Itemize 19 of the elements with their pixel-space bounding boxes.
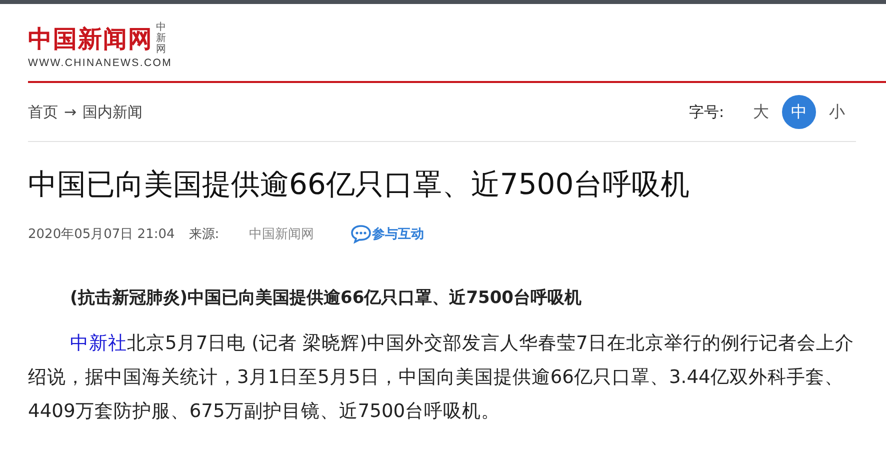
font-size-option[interactable]: 大 (744, 95, 778, 129)
font-size-option[interactable]: 小 (820, 95, 854, 129)
article-lead: (抗击新冠肺炎)中国已向美国提供逾66亿只口罩、近7500台呼吸机 (70, 287, 583, 309)
interact-link[interactable]: 参与互动 (350, 224, 424, 244)
breadcrumb-link[interactable]: 首页 (28, 102, 58, 122)
breadcrumb-link[interactable]: 国内新闻 (82, 102, 143, 122)
breadcrumb-separator: → (64, 102, 77, 122)
font-size-option[interactable]: 中 (782, 95, 816, 129)
logo-name: 中国新闻网 (28, 24, 153, 52)
article-title: 中国已向美国提供逾66亿只口罩、近7500台呼吸机 (28, 166, 691, 203)
logo-url: WWW.CHINANEWS.COM (28, 57, 172, 69)
font-size-label: 字号: (688, 102, 724, 122)
logo-subtitle: 中新网 (156, 22, 166, 55)
source-label: 来源: (188, 226, 220, 243)
source-link[interactable]: 中新社 (70, 333, 127, 354)
chat-bubble-icon (350, 224, 372, 244)
publish-date: 2020年05月07日 21:04 (28, 226, 175, 243)
article-paragraph: 中新社北京5月7日电 (记者 梁晓辉)中国外交部发言人华春莹7日在北京举行的例行记者会上介绍说，据中国海关统计，3月1日至5月5日，中国向美国提供逾66亿只口罩、3.44亿双外科手套、4409万套防护服、675万副护目镜、近7500台呼吸机。 (28, 332, 855, 424)
source-name: 中国新闻网 (249, 226, 314, 243)
